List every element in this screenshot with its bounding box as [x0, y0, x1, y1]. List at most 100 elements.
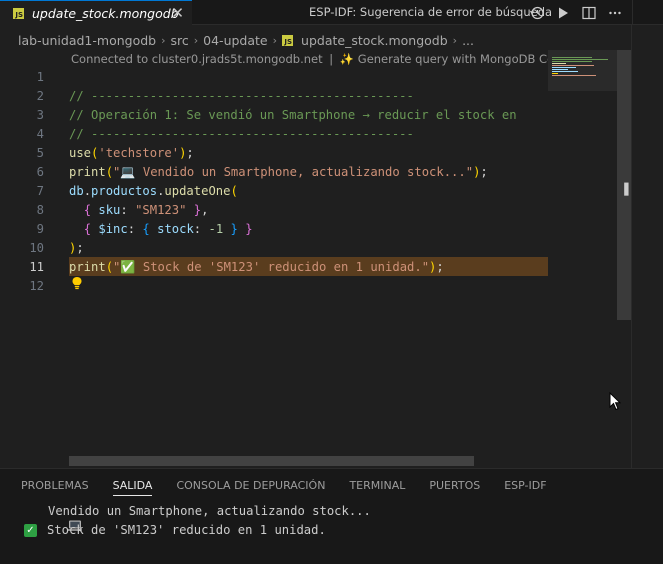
code-line[interactable]: 5 use('techstore');: [0, 143, 548, 162]
code-token: (: [105, 259, 114, 274]
breadcrumb-item-file[interactable]: update_stock.mongodb: [301, 33, 448, 48]
tab-output[interactable]: SALIDA: [112, 479, 153, 496]
bottom-panel: PROBLEMAS SALIDA CONSOLA DE DEPURACIÓN T…: [0, 468, 663, 564]
tab-update-stock[interactable]: JS update_stock.mongodb ✕: [0, 0, 192, 25]
tab-problems[interactable]: PROBLEMAS: [21, 479, 89, 496]
line-number: 3: [36, 107, 44, 122]
minimap-line: [552, 75, 596, 76]
code-line[interactable]: 9 { $inc: { stock: -1 } }: [0, 219, 548, 238]
lightbulb-icon[interactable]: [71, 276, 83, 290]
code-token: :: [193, 221, 209, 236]
code-editor[interactable]: Connected to cluster0.jrads5t.mongodb.ne…: [0, 50, 620, 468]
minimap-line: [552, 57, 592, 58]
tab-ports[interactable]: PUERTOS: [429, 479, 480, 496]
editor-tab-bar: JS update_stock.mongodb ✕ ESP-IDF: Suger…: [0, 0, 663, 25]
tab-debug-console[interactable]: CONSOLA DE DEPURACIÓN: [176, 479, 325, 496]
code-token: "💻 Vendido un Smartphone, actualizando s…: [113, 164, 474, 179]
minimap-line: [552, 65, 594, 66]
code-token: -1: [208, 221, 224, 236]
code-line[interactable]: 3 // Operación 1: Se vendió un Smartphone…: [0, 105, 548, 124]
code-token: ;: [480, 164, 488, 179]
code-line[interactable]: 7 db.productos.updateOne(: [0, 181, 548, 200]
codelens-divider: |: [329, 52, 334, 66]
code-line[interactable]: 1: [0, 67, 548, 86]
line-number: 2: [36, 88, 44, 103]
tab-terminal[interactable]: TERMINAL: [349, 479, 405, 496]
code-token: $inc: [98, 221, 128, 236]
editor-actions: [524, 0, 663, 25]
code-text: // Operación 1: Se vendió un Smartphone …: [69, 108, 517, 122]
line-number: 9: [36, 221, 44, 236]
copilot-query-link[interactable]: Generate query with MongoDB Copilot: [358, 52, 580, 66]
code-token: stock: [157, 221, 194, 236]
run-icon[interactable]: [550, 0, 576, 25]
breadcrumb: lab-unidad1-mongodb › src › 04-update › …: [0, 30, 474, 50]
code-token: .: [83, 183, 92, 198]
breadcrumb-item-folder[interactable]: 04-update: [203, 33, 267, 48]
minimap-line: [552, 61, 592, 62]
code-text: print("💻 Vendido un Smartphone, actualiz…: [69, 165, 488, 179]
titlebar-divider: [632, 0, 633, 25]
code-text: { sku: "SM123" },: [69, 202, 209, 217]
code-token: :: [127, 221, 143, 236]
code-token: ,: [201, 202, 209, 217]
code-line[interactable]: 8 { sku: "SM123" },: [0, 200, 548, 219]
code-line[interactable]: 10);: [0, 238, 548, 257]
code-token: {: [142, 221, 150, 236]
code-text: // -------------------------------------…: [69, 127, 414, 141]
line-number: 10: [29, 240, 44, 255]
code-line[interactable]: 2 // ------------------------------------…: [0, 86, 548, 105]
line-number: 6: [36, 164, 44, 179]
code-token: {: [83, 221, 92, 236]
minimap-line: [552, 59, 608, 60]
close-tab-icon[interactable]: ✕: [171, 4, 184, 22]
code-text: db.productos.updateOne(: [69, 184, 238, 198]
code-token: }: [230, 221, 238, 236]
code-token: print: [69, 259, 106, 274]
code-text: { $inc: { stock: -1 } }: [69, 222, 253, 236]
code-line[interactable]: 11 print("✅ Stock de 'SM123' reducido en …: [0, 257, 548, 276]
code-text: // -------------------------------------…: [69, 89, 414, 103]
connection-status[interactable]: Connected to cluster0.jrads5t.mongodb.ne…: [71, 52, 323, 66]
tab-esp-idf[interactable]: ESP-IDF: [504, 479, 546, 496]
code-token: "✅ Stock de 'SM123' reducido en 1 unidad…: [113, 259, 430, 274]
code-token: // Operación 1: Se vendió un Smartphone …: [69, 107, 517, 122]
output-line: ✓ Stock de 'SM123' reducido en 1 unidad.: [24, 523, 326, 537]
breadcrumb-item-src[interactable]: src: [171, 33, 189, 48]
history-icon[interactable]: [524, 0, 550, 25]
line-number: 8: [36, 202, 44, 217]
code-text: use('techstore');: [69, 146, 194, 160]
minimap-line: [552, 73, 558, 74]
line-number: 1: [36, 69, 44, 84]
code-token: (: [105, 164, 114, 179]
chevron-right-icon: ›: [272, 33, 278, 47]
split-editor-icon[interactable]: [576, 0, 602, 25]
line-number: 11: [29, 259, 44, 274]
scroll-position-marker: ▐: [620, 183, 629, 196]
code-token: print: [69, 164, 106, 179]
horizontal-scrollbar[interactable]: [69, 456, 474, 466]
code-text: print("✅ Stock de 'SM123' reducido en 1 …: [69, 260, 444, 274]
output-line: Vendido un Smartphone, actualizando stoc…: [24, 504, 371, 531]
code-line[interactable]: 6 print("💻 Vendido un Smartphone, actuali…: [0, 162, 548, 181]
panel-tabs: PROBLEMAS SALIDA CONSOLA DE DEPURACIÓN T…: [21, 479, 571, 496]
output-text: Vendido un Smartphone, actualizando stoc…: [48, 504, 371, 518]
code-token: // -------------------------------------…: [69, 88, 414, 103]
code-token: :: [120, 202, 136, 217]
code-token: use: [69, 145, 92, 160]
code-text: );: [69, 241, 84, 255]
line-number: 4: [36, 126, 44, 141]
breadcrumb-item-root[interactable]: lab-unidad1-mongodb: [18, 33, 156, 48]
javascript-file-icon: JS: [282, 34, 294, 46]
breadcrumb-item-symbols[interactable]: ...: [462, 33, 474, 48]
chevron-right-icon: ›: [161, 33, 166, 47]
tab-title: update_stock.mongodb: [32, 5, 179, 21]
secondary-side-panel: [631, 25, 663, 468]
computer-icon: [24, 506, 83, 531]
more-actions-icon[interactable]: [602, 0, 628, 25]
code-line[interactable]: 4 // ------------------------------------…: [0, 124, 548, 143]
